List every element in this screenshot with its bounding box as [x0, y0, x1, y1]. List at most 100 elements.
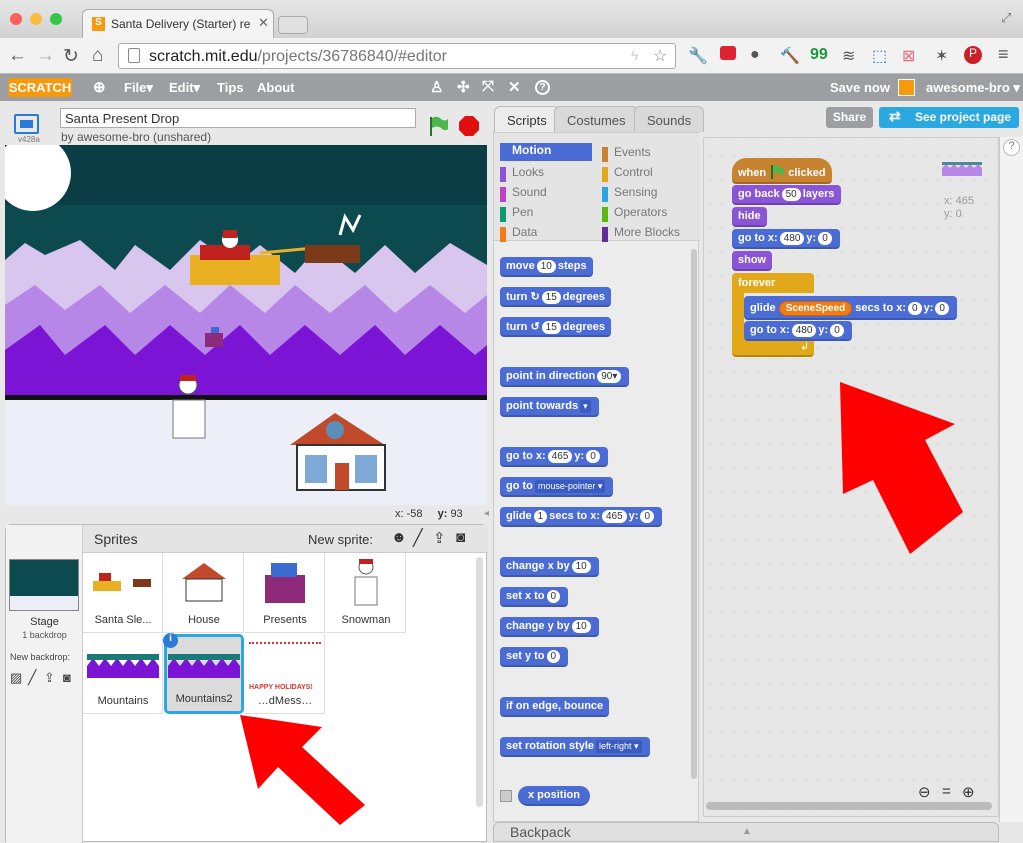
upload-sprite-icon[interactable]: ⇪ [433, 529, 446, 547]
sprite-tile[interactable]: House [164, 553, 244, 633]
close-tab-icon[interactable]: ✕ [258, 15, 269, 31]
camera-backdrop-icon[interactable]: ◙ [63, 670, 71, 685]
x-position-checkbox[interactable] [500, 790, 512, 802]
block-set-y[interactable]: set y to 0 [500, 647, 569, 667]
block-point-towards[interactable]: point towards ▾ [500, 397, 599, 417]
category-looks[interactable]: Looks [500, 165, 592, 183]
file-menu[interactable]: File▾ [124, 80, 153, 96]
reload-icon[interactable]: ↻ [63, 45, 79, 68]
close-window-button[interactable] [10, 13, 22, 25]
project-title-input[interactable]: Santa Present Drop [60, 108, 416, 128]
sprite-tile[interactable]: Santa Sle... [83, 553, 163, 633]
share-button[interactable]: Share [826, 107, 873, 128]
tips-menu[interactable]: Tips [217, 80, 244, 95]
tool-icon[interactable]: 🔨 [780, 46, 800, 66]
bookmark-star-icon[interactable]: ☆ [653, 46, 667, 66]
block-go-to-xy-2[interactable]: go to x: 480 y: 0 [744, 321, 852, 341]
brush-backdrop-icon[interactable]: ╱ [28, 669, 36, 686]
block-glide[interactable]: glide SceneSpeed secs to x: 0 y: 0 [744, 296, 957, 320]
ninja-icon[interactable]: ✶ [935, 46, 948, 66]
camera-sprite-icon[interactable]: ◙ [456, 529, 465, 546]
edit-menu[interactable]: Edit▾ [169, 80, 200, 96]
stop-sign-icon[interactable] [458, 115, 480, 137]
block-go-to-xy[interactable]: go to x: 480 y: 0 [732, 229, 840, 249]
sprite-library-icon[interactable]: ☻ [391, 529, 407, 546]
block-when-flag-clicked[interactable]: when clicked [732, 158, 832, 184]
sprite-tile[interactable]: HAPPY HOLIDAYS! …dMess… [245, 634, 325, 714]
url-bar[interactable]: scratch.mit.edu/projects/36786840/#edito… [118, 43, 676, 69]
category-data[interactable]: Data [500, 225, 592, 243]
backpack-bar[interactable]: Backpack ▲ [493, 822, 999, 842]
category-events[interactable]: Events [602, 145, 694, 163]
link-icon[interactable]: ⊠ [902, 46, 915, 66]
category-motion[interactable]: Motion [500, 143, 592, 161]
category-pen[interactable]: Pen [500, 205, 592, 223]
duplicate-tool-icon[interactable]: ♙ [430, 78, 443, 96]
tab-costumes[interactable]: Costumes [554, 106, 639, 132]
new-tab-button[interactable] [278, 16, 308, 34]
block-go-to-xy[interactable]: go to x: 465 y: 0 [500, 447, 608, 467]
block-x-position[interactable]: x position [518, 786, 590, 806]
presentation-mode-icon[interactable] [14, 114, 39, 134]
sprite-tile[interactable]: Mountains [83, 634, 163, 714]
menu-icon[interactable]: ≡ [998, 44, 1009, 65]
fullscreen-icon[interactable]: ⤢ [1001, 10, 1011, 26]
cut-tool-icon[interactable]: ✣ [457, 78, 470, 96]
info-icon[interactable]: i [163, 633, 178, 648]
evernote-icon[interactable]: 99 [810, 46, 828, 64]
category-more-blocks[interactable]: More Blocks [602, 225, 694, 243]
upload-backdrop-icon[interactable]: ⇪ [44, 670, 55, 686]
zoom-reset-icon[interactable]: = [942, 783, 951, 800]
help-tool-icon[interactable]: ? [535, 80, 550, 95]
block-move[interactable]: move 10 steps [500, 257, 593, 277]
forward-icon[interactable]: → [36, 45, 55, 67]
sprite-tile-selected[interactable]: i Mountains2 [163, 633, 244, 714]
home-icon[interactable]: ⌂ [92, 45, 103, 67]
block-point-direction[interactable]: point in direction 90▾ [500, 367, 630, 387]
tab-sounds[interactable]: Sounds [634, 106, 705, 132]
bolt-icon[interactable]: ϟ [631, 47, 638, 63]
paint-backdrop-icon[interactable]: ▨ [10, 670, 22, 686]
ninja-mask-icon[interactable]: ● [750, 46, 760, 64]
sprite-scrollbar[interactable] [476, 557, 483, 807]
stage-thumbnail[interactable] [9, 559, 79, 611]
zoom-window-button[interactable] [50, 13, 62, 25]
shrink-tool-icon[interactable]: ✕ [508, 78, 521, 96]
layers-icon[interactable]: ≋ [842, 46, 855, 66]
stage-canvas[interactable] [5, 145, 487, 505]
pinterest-icon[interactable]: P [964, 46, 982, 64]
zoom-in-icon[interactable]: ⊕ [962, 783, 975, 801]
category-control[interactable]: Control [602, 165, 694, 183]
category-sound[interactable]: Sound [500, 185, 592, 203]
paint-sprite-icon[interactable]: ╱ [413, 528, 423, 548]
block-show[interactable]: show [732, 251, 773, 271]
collapse-stage-icon[interactable]: ◂ [484, 508, 489, 519]
block-change-y[interactable]: change y by 10 [500, 617, 599, 637]
about-menu[interactable]: About [257, 80, 295, 95]
green-flag-icon[interactable] [427, 115, 449, 137]
see-project-page-button[interactable]: ⇄ See project page [879, 107, 1019, 128]
browser-tab[interactable]: S Santa Delivery (Starter) re [82, 9, 274, 38]
zoom-out-icon[interactable]: ⊖ [918, 783, 931, 801]
script-horizontal-scrollbar[interactable] [706, 802, 992, 810]
palette-scrollbar[interactable] [691, 249, 697, 779]
user-avatar[interactable] [898, 79, 915, 96]
sprite-tile[interactable]: Snowman [326, 553, 406, 633]
expand-backpack-icon[interactable]: ▲ [742, 826, 752, 837]
scratch-logo[interactable]: SCRATCH [8, 78, 72, 97]
tab-scripts[interactable]: Scripts [494, 106, 560, 132]
block-turn-left[interactable]: turn ↺ 15 degrees [500, 317, 611, 337]
block-glide[interactable]: glide 1 secs to x: 465 y: 0 [500, 507, 663, 527]
wrench-icon[interactable]: 🔧 [688, 46, 708, 66]
save-now-link[interactable]: Save now [830, 80, 890, 95]
block-rotation-style[interactable]: set rotation style left-right ▾ [500, 737, 650, 757]
pocket-icon[interactable] [720, 46, 736, 60]
help-icon[interactable]: ? [1003, 139, 1020, 156]
user-menu[interactable]: awesome-bro ▾ [926, 80, 1020, 96]
grow-tool-icon[interactable]: ⤧ [482, 78, 494, 95]
block-change-x[interactable]: change x by 10 [500, 557, 599, 577]
block-go-to[interactable]: go to mouse-pointer ▾ [500, 477, 614, 497]
category-sensing[interactable]: Sensing [602, 185, 694, 203]
block-bounce[interactable]: if on edge, bounce [500, 697, 610, 717]
minimize-window-button[interactable] [30, 13, 42, 25]
